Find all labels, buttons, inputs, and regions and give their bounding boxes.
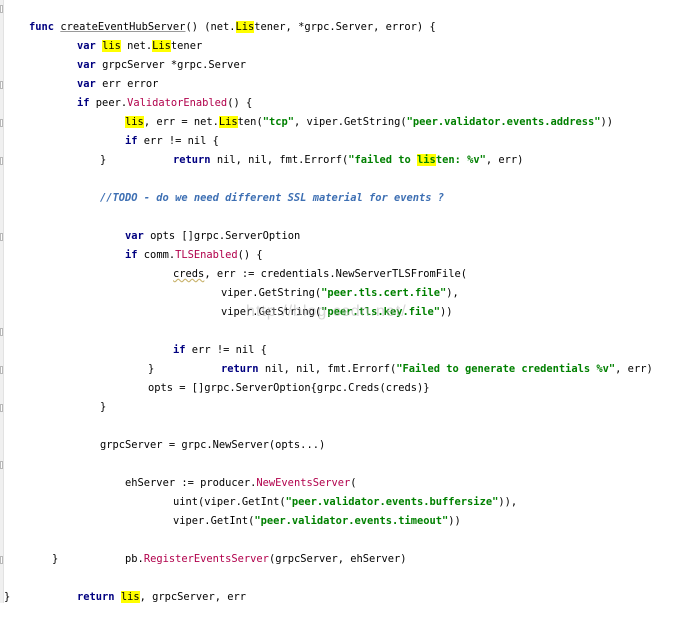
string-literal: ten: %v" xyxy=(435,154,486,166)
editor-gutter xyxy=(0,0,4,603)
code-comment[interactable]: //TODO - do we need different SSL materi… xyxy=(100,189,444,208)
string-literal: "Failed to generate credentials %v" xyxy=(396,363,616,375)
code-text: ten( xyxy=(237,116,263,128)
fold-marker-icon[interactable] xyxy=(0,404,3,412)
keyword: return xyxy=(77,591,115,603)
code-line[interactable]: creds, err := credentials.NewServerTLSFr… xyxy=(148,246,467,280)
code-line[interactable]: viper.GetString("peer.tls.key.file")) xyxy=(196,284,452,318)
code-text: )) xyxy=(448,515,461,527)
code-text: viper.GetInt( xyxy=(173,515,255,527)
code-text: , err) xyxy=(485,154,524,166)
code-line[interactable]: var lis net.Listener xyxy=(52,18,202,52)
fold-marker-icon[interactable] xyxy=(0,119,3,127)
code-line[interactable]: opts = []grpc.ServerOption{grpc.Creds(cr… xyxy=(148,379,430,398)
fold-marker-icon[interactable] xyxy=(0,556,3,564)
code-line[interactable]: viper.GetString("peer.tls.cert.file"), xyxy=(196,265,459,299)
code-line[interactable]: uint(viper.GetInt("peer.validator.events… xyxy=(148,474,517,508)
code-line[interactable]: if peer.ValidatorEnabled() { xyxy=(52,75,252,109)
code-editor[interactable]: func createEventHubServer() (net.Listene… xyxy=(0,0,679,603)
code-line[interactable]: pb.RegisterEventsServer(grpcServer, ehSe… xyxy=(100,531,407,565)
code-text: , err) xyxy=(615,363,653,375)
keyword: return xyxy=(221,363,259,375)
string-literal: "tcp" xyxy=(262,116,294,128)
code-line[interactable]: var err error xyxy=(52,56,158,90)
code-line[interactable]: var opts []grpc.ServerOption xyxy=(100,208,300,242)
code-line[interactable]: } xyxy=(100,398,106,417)
code-line[interactable]: if err != nil { xyxy=(100,113,219,147)
string-literal: "peer.validator.events.address" xyxy=(406,116,601,128)
keyword: return xyxy=(173,154,211,166)
code-line[interactable]: if comm.TLSEnabled() { xyxy=(100,227,263,261)
code-line[interactable]: lis, err = net.Listen("tcp", viper.GetSt… xyxy=(100,94,613,128)
code-line[interactable]: return nil, nil, fmt.Errorf("failed to l… xyxy=(148,132,523,166)
code-line[interactable]: func createEventHubServer() (net.Listene… xyxy=(4,0,436,33)
code-line[interactable]: var grpcServer *grpc.Server xyxy=(52,37,246,71)
code-text: nil, nil, fmt.Errorf( xyxy=(258,363,397,375)
string-literal: "failed to xyxy=(348,154,418,166)
code-line[interactable]: } xyxy=(100,151,106,170)
code-line[interactable]: } xyxy=(4,588,10,607)
search-highlight: lis xyxy=(120,591,140,603)
search-highlight: lis xyxy=(417,154,436,166)
code-text: , grpcServer, err xyxy=(139,591,246,603)
code-line[interactable]: return nil, nil, fmt.Errorf("Failed to g… xyxy=(196,341,653,375)
code-line[interactable]: return lis, grpcServer, err xyxy=(52,569,246,603)
code-line[interactable]: } xyxy=(148,360,154,379)
code-text: )) xyxy=(600,116,614,128)
code-text: )) xyxy=(439,306,453,318)
keyword: if xyxy=(173,344,186,356)
code-line[interactable]: grpcServer = grpc.NewServer(opts...) xyxy=(100,436,325,455)
fold-marker-icon[interactable] xyxy=(0,461,3,469)
code-line[interactable]: } xyxy=(52,550,58,569)
code-text: pb. xyxy=(125,553,144,565)
code-text: )), xyxy=(498,496,518,508)
keyword: if xyxy=(77,97,90,109)
code-text: tener, *grpc.Server, error) { xyxy=(254,21,436,33)
fold-marker-icon[interactable] xyxy=(0,81,3,89)
search-highlight: Lis xyxy=(218,116,238,128)
fold-marker-icon[interactable] xyxy=(0,233,3,241)
function-call: RegisterEventsServer xyxy=(143,553,269,565)
search-highlight: Lis xyxy=(235,21,255,33)
fold-marker-icon[interactable] xyxy=(0,328,3,336)
keyword: if xyxy=(125,135,138,147)
fold-marker-icon[interactable] xyxy=(0,366,3,374)
watermark-text: http://blog.csdn.net/ xyxy=(246,303,407,320)
string-literal: "peer.validator.events.timeout" xyxy=(254,515,449,527)
keyword-func: func xyxy=(29,21,55,33)
code-text: , viper.GetString( xyxy=(293,116,407,128)
code-text: (grpcServer, ehServer) xyxy=(268,553,407,565)
code-text: nil, nil, fmt.Errorf( xyxy=(210,154,349,166)
keyword: if xyxy=(125,249,138,261)
code-line[interactable]: ehServer := producer.NewEventsServer( xyxy=(100,455,356,489)
code-line[interactable]: if err != nil { xyxy=(148,322,267,356)
fold-marker-icon[interactable] xyxy=(0,157,3,165)
fold-marker-icon[interactable] xyxy=(0,5,3,13)
code-line[interactable]: viper.GetInt("peer.validator.events.time… xyxy=(148,493,461,527)
